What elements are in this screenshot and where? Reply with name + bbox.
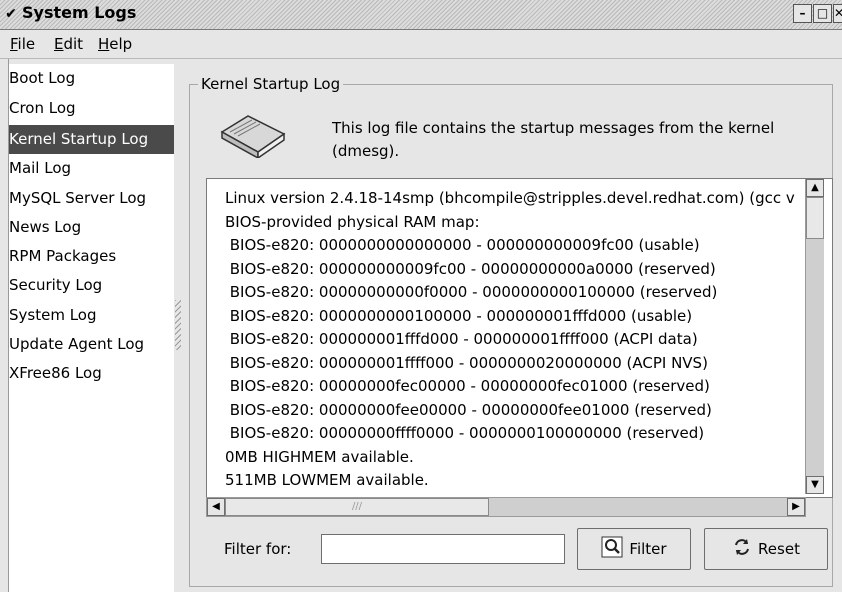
scroll-left-icon[interactable]: ◀ bbox=[207, 498, 225, 516]
sidebar-item-label: Kernel Startup Log bbox=[9, 130, 149, 148]
magnifier-icon bbox=[601, 536, 623, 562]
scroll-right-icon[interactable]: ▶ bbox=[787, 498, 805, 516]
scroll-down-icon[interactable]: ▼ bbox=[806, 476, 824, 494]
log-line: 0MB HIGHMEM available. bbox=[225, 447, 414, 466]
chevron-down-icon[interactable]: ✔ bbox=[2, 5, 20, 23]
log-line: BIOS-e820: 0000000000100000 - 000000001f… bbox=[225, 306, 693, 325]
frame-title: Kernel Startup Log bbox=[198, 75, 344, 93]
sidebar-item-mysql-server-log[interactable]: MySQL Server Log bbox=[9, 184, 174, 213]
system-logs-window: ✔ System Logs – □ ✕ File Edit Help Boot … bbox=[0, 0, 842, 592]
sidebar-item-kernel-startup-log[interactable]: Kernel Startup Log bbox=[9, 125, 174, 154]
sidebar-item-news-log[interactable]: News Log bbox=[9, 213, 174, 242]
log-line: BIOS-e820: 000000001fffd000 - 000000001f… bbox=[225, 330, 698, 348]
sidebar-item-system-log[interactable]: System Log bbox=[9, 301, 174, 330]
sidebar-item-label: Cron Log bbox=[9, 99, 76, 117]
log-text-area[interactable]: Linux version 2.4.18-14smp (bhcompile@st… bbox=[206, 178, 833, 498]
menu-edit-label: dit bbox=[63, 35, 84, 53]
sidebar-item-cron-log[interactable]: Cron Log bbox=[9, 94, 174, 123]
filter-button-label: Filter bbox=[629, 540, 667, 558]
log-line: BIOS-e820: 00000000fec00000 - 00000000fe… bbox=[225, 377, 710, 395]
sidebar-item-label: Update Agent Log bbox=[9, 335, 145, 353]
sidebar-item-label: Boot Log bbox=[9, 69, 76, 87]
menu-edit[interactable]: Edit bbox=[54, 35, 83, 53]
log-line: BIOS-e820: 000000000009fc00 - 0000000000… bbox=[225, 259, 716, 278]
log-lines: Linux version 2.4.18-14smp (bhcompile@st… bbox=[225, 187, 805, 493]
vertical-scroll-thumb[interactable] bbox=[806, 197, 824, 239]
sidebar-item-label: Security Log bbox=[9, 276, 103, 294]
horizontal-scroll-thumb[interactable]: /// bbox=[225, 498, 489, 516]
sidebar-item-rpm-packages[interactable]: RPM Packages bbox=[9, 242, 174, 271]
menu-help-label: elp bbox=[109, 35, 133, 53]
title-bar[interactable]: ✔ System Logs – □ ✕ bbox=[0, 0, 842, 30]
reset-button-label: Reset bbox=[758, 540, 800, 558]
sidebar-item-update-agent-log[interactable]: Update Agent Log bbox=[9, 330, 174, 359]
menu-help-mnemonic: H bbox=[98, 35, 110, 53]
description-line-1: This log file contains the startup messa… bbox=[332, 119, 775, 137]
sidebar-item-label: XFree86 Log bbox=[9, 364, 102, 382]
maximize-icon[interactable]: □ bbox=[813, 4, 832, 23]
log-line: BIOS-e820: 000000001ffff000 - 0000000020… bbox=[225, 353, 708, 372]
sidebar-item-label: Mail Log bbox=[9, 159, 72, 177]
menu-bar: File Edit Help bbox=[0, 30, 842, 59]
scroll-up-icon[interactable]: ▲ bbox=[806, 179, 824, 197]
vertical-scrollbar[interactable]: ▲ ▼ bbox=[805, 179, 824, 494]
window-left-edge bbox=[0, 59, 9, 592]
book-icon bbox=[220, 115, 286, 158]
sidebar-item-boot-log[interactable]: Boot Log bbox=[9, 64, 174, 93]
filter-button[interactable]: Filter bbox=[577, 528, 691, 570]
log-list-sidebar: Boot Log Cron Log Kernel Startup Log Mai… bbox=[9, 64, 174, 592]
log-description: This log file contains the startup messa… bbox=[332, 117, 822, 163]
menu-file-mnemonic: F bbox=[10, 35, 18, 53]
close-icon[interactable]: ✕ bbox=[833, 4, 842, 23]
reset-button[interactable]: Reset bbox=[704, 528, 828, 570]
refresh-icon bbox=[732, 537, 752, 561]
sidebar-item-label: System Log bbox=[9, 306, 97, 324]
log-line: Linux version 2.4.18-14smp (bhcompile@st… bbox=[225, 189, 795, 207]
description-line-2: (dmesg). bbox=[332, 142, 400, 160]
pane-resize-handle[interactable] bbox=[175, 300, 181, 350]
menu-file[interactable]: File bbox=[10, 35, 35, 53]
filter-input[interactable] bbox=[321, 534, 565, 564]
log-line: 511MB LOWMEM available. bbox=[225, 471, 429, 489]
log-line: BIOS-e820: 00000000fee00000 - 00000000fe… bbox=[225, 400, 712, 419]
sidebar-item-label: MySQL Server Log bbox=[9, 189, 147, 207]
menu-file-label: ile bbox=[17, 35, 36, 53]
window-title: System Logs bbox=[22, 3, 137, 22]
log-line: BIOS-provided physical RAM map: bbox=[225, 212, 480, 231]
sidebar-item-label: RPM Packages bbox=[9, 247, 117, 265]
log-line: BIOS-e820: 00000000000f0000 - 0000000000… bbox=[225, 283, 718, 301]
menu-help[interactable]: Help bbox=[98, 35, 132, 53]
sidebar-item-security-log[interactable]: Security Log bbox=[9, 271, 174, 300]
log-line: BIOS-e820: 00000000ffff0000 - 0000000100… bbox=[225, 424, 705, 442]
sidebar-item-xfree86-log[interactable]: XFree86 Log bbox=[9, 359, 174, 388]
log-line: BIOS-e820: 0000000000000000 - 0000000000… bbox=[225, 236, 700, 254]
minimize-icon[interactable]: – bbox=[793, 4, 812, 23]
sidebar-item-mail-log[interactable]: Mail Log bbox=[9, 154, 174, 183]
filter-label: Filter for: bbox=[224, 540, 292, 558]
horizontal-scrollbar[interactable]: ◀ /// ▶ bbox=[206, 497, 806, 517]
sidebar-item-label: News Log bbox=[9, 218, 82, 236]
